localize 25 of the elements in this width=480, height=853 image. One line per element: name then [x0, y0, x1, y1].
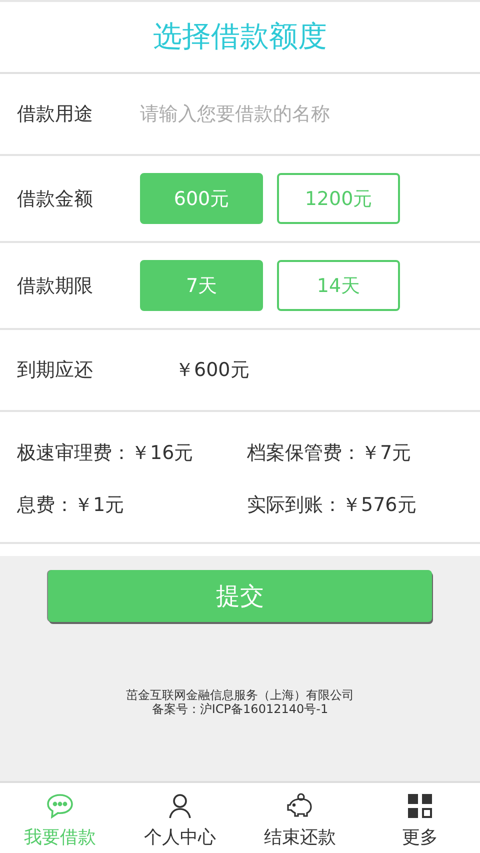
term-option[interactable]: 14天 [277, 260, 400, 311]
amount-option[interactable]: 600元 [140, 173, 263, 224]
footer-text: 茁金互联网金融信息服务（上海）有限公司 [126, 688, 354, 702]
nav-tab[interactable]: 个人中心 [120, 783, 240, 853]
nav-tab[interactable]: 结束还款 [240, 783, 360, 853]
field-label: 到期应还 [17, 358, 94, 383]
fee-text: 实际到账：￥576元 [247, 493, 418, 518]
footer-text: 备案号：沪ICP备16012140号-1 [152, 702, 328, 716]
fee-text: 档案保管费：￥7元 [247, 441, 412, 466]
page-title: 选择借款额度 [153, 18, 327, 55]
amount-option[interactable]: 1200元 [277, 173, 400, 224]
piggy-bank-icon [285, 793, 315, 819]
field-label: 借款用途 [17, 102, 94, 127]
field-label: 借款期限 [17, 274, 94, 298]
nav-tab[interactable]: 我要借款 [0, 783, 120, 853]
fee-text: 极速审理费：￥16元 [17, 441, 194, 466]
term-option[interactable]: 7天 [140, 260, 263, 311]
chat-bubble-icon [46, 793, 74, 819]
grid-icon [407, 793, 433, 819]
fee-text: 息费：￥1元 [17, 493, 126, 518]
submit-button[interactable]: 提交 [48, 570, 432, 622]
nav-tab[interactable]: 更多 [360, 783, 480, 853]
person-icon [168, 793, 192, 819]
due-amount: ￥600元 [175, 358, 250, 383]
field-label: 借款金额 [17, 186, 94, 212]
